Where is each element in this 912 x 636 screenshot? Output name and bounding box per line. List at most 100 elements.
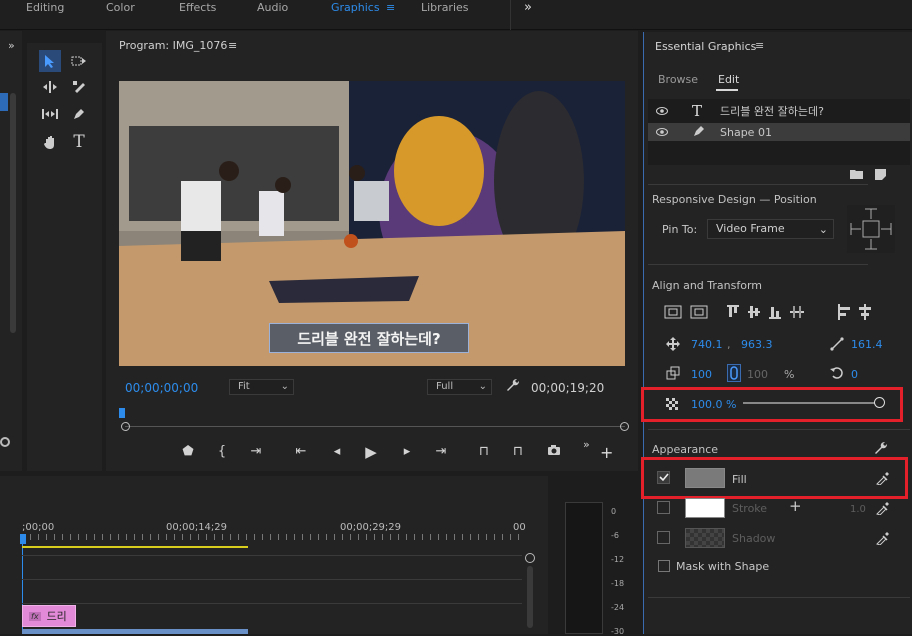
fill-checkbox[interactable] [657,471,670,484]
add-button-icon[interactable]: + [600,443,613,462]
scale-value[interactable]: 100 [691,368,712,381]
workspace-tab-libraries[interactable]: Libraries [421,0,469,18]
step-back-icon[interactable]: ◂ [329,444,345,459]
align-horizontal-icons[interactable] [838,304,898,323]
opacity-value[interactable]: 100.0 % [691,398,736,411]
scrub-bar[interactable] [125,426,625,427]
workspace-tab-graphics[interactable]: Graphics [331,0,380,18]
current-timecode[interactable]: 00;00;00;00 [125,381,198,395]
stroke-width-value[interactable]: 1.0 [850,504,866,515]
selection-tool-icon[interactable] [39,50,61,72]
panel-title: Essential Graphics [655,40,757,53]
text-icon: T [692,102,703,120]
shadow-checkbox[interactable] [657,531,670,544]
pin-edges-widget[interactable] [847,205,895,253]
wrench-icon[interactable] [874,441,888,458]
panel-overflow-icon[interactable]: » [8,39,15,52]
caption-text-box[interactable]: 드리블 완전 잘하는데? [269,323,469,353]
new-layer-icon[interactable] [875,169,886,183]
eyedropper-icon[interactable] [876,471,890,488]
marker-icon[interactable]: ⬟ [180,444,196,459]
workspaces-overflow-icon[interactable]: » [524,0,532,18]
workspace-menu-icon[interactable]: ≡ [386,0,395,18]
pen-tool-icon[interactable] [68,103,90,125]
appearance-title: Appearance [652,443,719,456]
shadow-color-swatch[interactable] [685,528,725,548]
time-ruler[interactable] [22,534,522,540]
rotation-value[interactable]: 161.4 [851,338,883,351]
opacity-slider-track[interactable] [743,402,879,404]
step-forward-icon[interactable]: ▸ [399,444,415,459]
workspace-tab-audio[interactable]: Audio [257,0,288,18]
go-to-in-icon[interactable]: ⇤ [293,444,309,459]
scrub-end-handle[interactable] [620,422,629,431]
hand-tool-icon[interactable] [39,131,61,153]
zoom-dropdown[interactable]: Fit ⌄ [229,379,294,395]
stroke-checkbox[interactable] [657,501,670,514]
divider [648,429,910,430]
divider [510,0,511,30]
add-stroke-icon[interactable]: + [789,497,802,515]
new-group-icon[interactable] [850,169,863,182]
shadow-label: Shadow [732,532,776,545]
razor-tool-icon[interactable] [68,76,90,98]
scale-height-value[interactable]: 100 [747,368,768,381]
position-y-value[interactable]: 963.3 [741,338,773,351]
workspace-tab-effects[interactable]: Effects [179,0,216,18]
eyedropper-icon[interactable] [876,501,890,518]
fill-color-swatch[interactable] [685,468,725,488]
align-vertical-icons[interactable] [727,304,819,323]
layer-item-text[interactable]: T 드리블 완전 잘하는데? [648,102,910,120]
meter-tick: -24 [611,603,625,612]
scrub-start-handle[interactable] [121,422,130,431]
playhead-marker[interactable] [20,534,26,544]
work-area-bar[interactable] [22,546,248,548]
zoom-handle[interactable] [0,437,10,447]
play-icon[interactable]: ▶ [363,443,379,461]
position-x-value[interactable]: 740.1 [691,338,723,351]
opacity-slider-handle[interactable] [874,397,885,408]
ripple-edit-tool-icon[interactable] [39,76,61,98]
workspace-tab-color[interactable]: Color [106,0,135,18]
mark-out-icon[interactable]: ⇥ [248,444,264,459]
layer-item-shape[interactable]: Shape 01 [648,123,910,141]
playhead-marker[interactable] [119,408,125,418]
panel-menu-icon[interactable]: ≡ [755,39,764,52]
go-to-out-icon[interactable]: ⇥ [433,444,449,459]
stroke-color-swatch[interactable] [685,498,725,518]
lift-icon[interactable]: ⊓ [476,444,492,459]
zoom-dropdown-value: Fit [238,381,250,392]
divider [648,184,868,185]
extract-icon[interactable]: ⊓ [510,444,526,459]
wrench-icon[interactable] [506,378,520,396]
resolution-dropdown[interactable]: Full ⌄ [427,379,492,395]
tab-edit[interactable]: Edit [718,73,739,86]
eye-icon[interactable] [656,105,674,118]
essential-graphics-panel: Essential Graphics ≡ Browse Edit T 드리블 완… [641,32,912,634]
mask-checkbox[interactable] [658,560,670,572]
slip-tool-icon[interactable] [39,103,61,125]
vertical-scrollbar[interactable] [527,566,533,628]
align-to-selection-icon[interactable] [664,304,712,323]
anchor-value[interactable]: 0 [851,368,858,381]
tab-browse[interactable]: Browse [658,73,698,86]
track-divider [22,579,522,580]
monitor-overflow-icon[interactable]: » [583,438,590,451]
video-frame[interactable]: 드리블 완전 잘하는데? [119,81,625,366]
type-tool-icon[interactable]: T [68,131,90,153]
scrollbar-handle[interactable] [525,553,535,563]
pin-to-dropdown[interactable]: Video Frame ⌄ [707,219,834,239]
scrollbar[interactable] [10,93,16,333]
link-icon[interactable] [727,364,741,382]
workspace-tab-editing[interactable]: Editing [26,0,64,18]
mark-in-icon[interactable]: { [214,444,230,459]
eye-icon[interactable] [656,126,674,139]
camera-icon[interactable] [546,444,562,460]
graphic-clip[interactable]: fx 드리 [22,605,76,627]
pin-to-value: Video Frame [716,222,785,235]
eyedropper-icon[interactable] [876,531,890,548]
position-icon [666,337,680,354]
monitor-menu-icon[interactable]: ≡ [228,39,237,52]
video-clip[interactable] [22,629,248,634]
track-select-tool-icon[interactable] [68,50,90,72]
